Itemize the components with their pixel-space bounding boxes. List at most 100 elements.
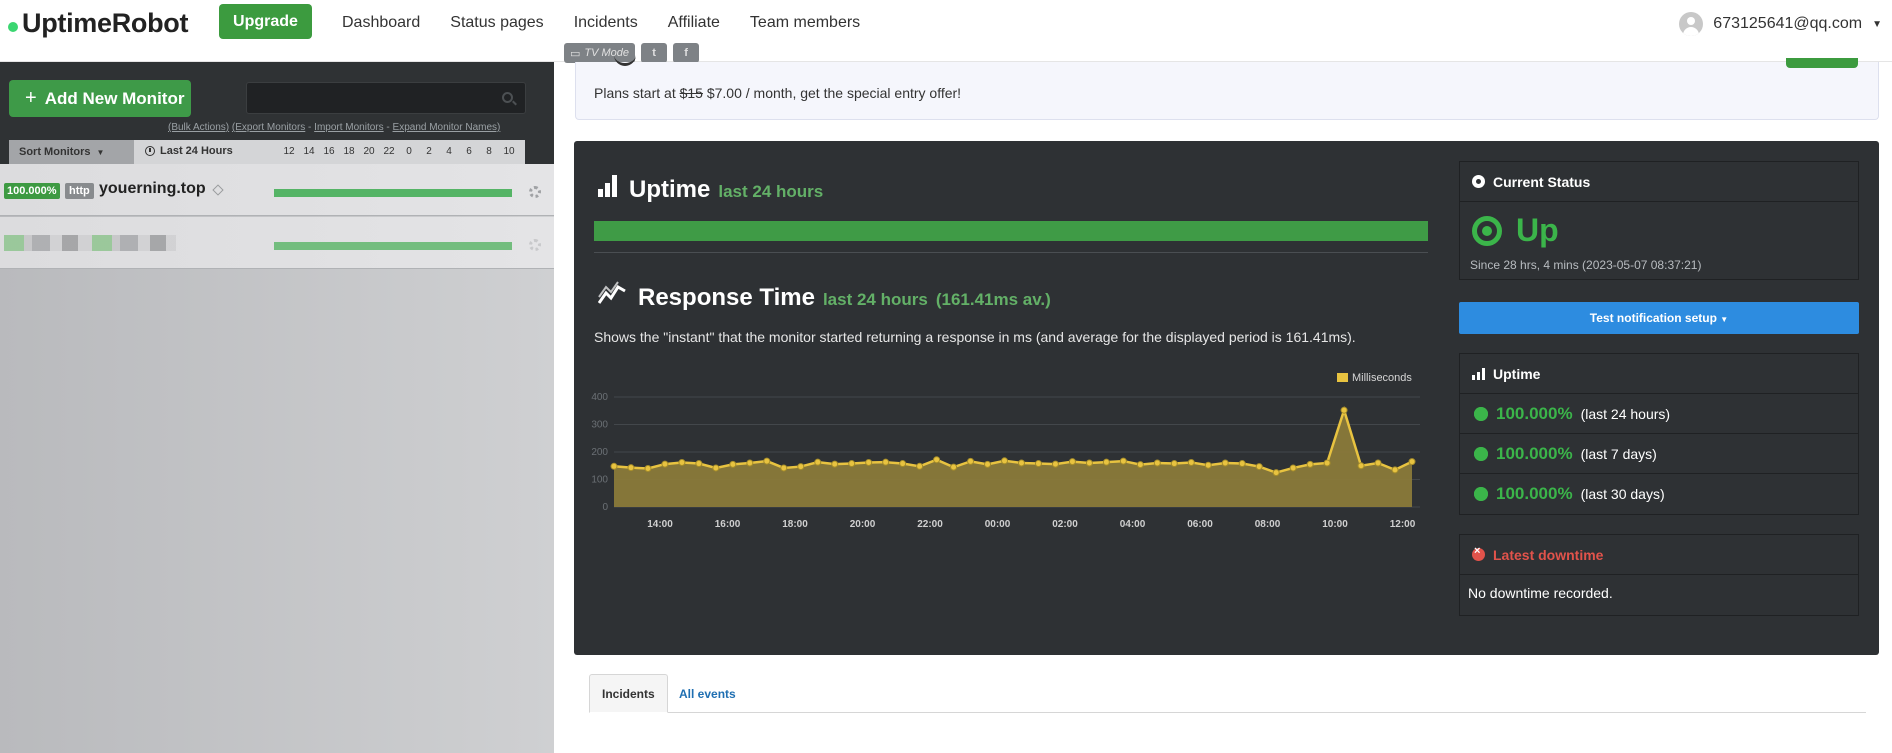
- badge-icon: [1474, 446, 1488, 461]
- test-notification-button[interactable]: Test notification setup ▼: [1459, 302, 1859, 334]
- logo[interactable]: UptimeRobot: [8, 8, 188, 39]
- response-title: Response Time: [638, 284, 815, 311]
- data-point: [661, 460, 669, 468]
- uptime-24h-bar: [594, 221, 1428, 241]
- data-point: [1085, 459, 1093, 467]
- data-point: [712, 464, 720, 472]
- period-selector[interactable]: Last 24 Hours: [145, 145, 233, 157]
- data-point: [831, 460, 839, 468]
- uptime-summary-box: Uptime 100.000% (last 24 hours) 100.000%…: [1459, 353, 1859, 515]
- tab-incidents[interactable]: Incidents: [589, 674, 668, 713]
- data-point: [950, 463, 958, 471]
- close-circle-icon: [1472, 545, 1485, 561]
- latest-downtime-title: Latest downtime: [1493, 546, 1604, 563]
- export-monitors-link[interactable]: (Export Monitors: [232, 122, 305, 133]
- latest-downtime-text: No downtime recorded.: [1468, 585, 1613, 601]
- nav-status-pages[interactable]: Status pages: [450, 14, 543, 32]
- twitter-icon: t: [652, 47, 656, 59]
- data-point: [746, 459, 754, 467]
- data-point: [882, 458, 890, 466]
- hour-tick: 4: [446, 146, 452, 157]
- chevron-icon: [614, 54, 636, 66]
- facebook-icon: f: [684, 47, 688, 59]
- add-monitor-button[interactable]: + Add New Monitor: [9, 80, 191, 117]
- response-subtitle: last 24 hours: [822, 290, 928, 309]
- nav-affiliate[interactable]: Affiliate: [668, 14, 720, 32]
- uptime-row: 100.000% (last 7 days): [1460, 434, 1858, 474]
- hour-tick: 0: [406, 146, 412, 157]
- nav-incidents[interactable]: Incidents: [574, 14, 638, 32]
- nav-team-members[interactable]: Team members: [750, 14, 860, 32]
- tab-all-events[interactable]: All events: [667, 674, 748, 713]
- gear-icon[interactable]: [529, 186, 541, 198]
- gear-icon[interactable]: [529, 239, 541, 251]
- data-point: [1136, 461, 1144, 469]
- monitor-name[interactable]: youerning.top: [99, 180, 206, 198]
- status-dot-icon: [1472, 175, 1485, 188]
- uptime-section-title: Uptime last 24 hours: [598, 175, 823, 204]
- monitor-row[interactable]: 100.000% http youerning.top: [0, 164, 554, 216]
- link-icon[interactable]: [212, 184, 224, 196]
- promo-button[interactable]: [1786, 58, 1858, 68]
- data-point: [967, 457, 975, 465]
- plus-icon: +: [25, 87, 37, 109]
- x-tick-label: 20:00: [850, 519, 876, 530]
- data-point: [1306, 460, 1314, 468]
- data-point: [916, 462, 924, 470]
- monitor-row-redacted[interactable]: [0, 217, 554, 269]
- nav-dashboard[interactable]: Dashboard: [342, 14, 420, 32]
- data-point: [865, 458, 873, 466]
- uptime-period: (last 30 days): [1580, 486, 1665, 502]
- trend-line-icon: [598, 281, 626, 304]
- data-point: [1051, 460, 1059, 468]
- bulk-actions-link[interactable]: (Bulk Actions): [168, 122, 229, 133]
- data-point: [627, 464, 635, 472]
- x-tick-label: 18:00: [782, 519, 808, 530]
- data-point: [1272, 469, 1280, 477]
- data-point: [1374, 459, 1382, 467]
- y-tick-label: 200: [591, 447, 608, 458]
- x-tick-label: 16:00: [715, 519, 741, 530]
- caret-down-icon: ▼: [96, 147, 105, 157]
- expand-names-link[interactable]: Expand Monitor Names): [393, 122, 501, 133]
- status-value: Up: [1516, 212, 1559, 248]
- sidebar-header: + Add New Monitor (Bulk Actions) (Export…: [0, 62, 554, 164]
- user-menu[interactable]: 673125641@qq.com ▼: [1679, 12, 1882, 36]
- monitor-icon: ▭: [570, 47, 581, 60]
- uptime-bar: [274, 189, 512, 197]
- hour-tick: 18: [343, 146, 355, 157]
- sort-monitors-button[interactable]: Sort Monitors ▼: [9, 140, 134, 164]
- data-point: [1034, 460, 1042, 468]
- import-monitors-link[interactable]: Import Monitors: [314, 122, 383, 133]
- hour-tick: 10: [503, 146, 515, 157]
- hour-axis: 12 14 16 18 20 22 0 2 4 6 8 10: [279, 146, 519, 157]
- hour-tick: 8: [486, 146, 492, 157]
- uptime-period: (last 24 hours): [1580, 405, 1671, 422]
- uptime-badge: 100.000%: [4, 183, 60, 199]
- y-tick-label: 400: [591, 392, 608, 403]
- response-time-chart: 0 100 200 300 400 Milliseconds 14:00 16:00 18:00…: [580, 363, 1428, 538]
- sort-monitors-label: Sort Monitors: [19, 146, 91, 158]
- twitter-share-button[interactable]: t: [641, 43, 668, 63]
- data-point: [695, 460, 703, 468]
- response-description: Shows the "instant" that the monitor sta…: [594, 329, 1356, 345]
- data-point: [1357, 462, 1365, 470]
- monitor-search-input[interactable]: [246, 82, 526, 114]
- upgrade-button[interactable]: Upgrade: [219, 4, 312, 39]
- data-point: [1017, 459, 1025, 467]
- uptime-value: 100.000%: [1496, 403, 1573, 423]
- data-point: [610, 462, 618, 470]
- y-tick-label: 0: [602, 502, 608, 513]
- facebook-share-button[interactable]: f: [673, 43, 700, 63]
- data-point: [780, 464, 788, 472]
- data-point: [1340, 406, 1348, 414]
- uptime-row: 100.000% (last 30 days): [1460, 474, 1858, 514]
- badge-icon: [1474, 487, 1488, 501]
- legend-swatch: [1337, 373, 1348, 382]
- clock-icon: [145, 146, 155, 156]
- promo-text: Plans start at $15 $7.00 / month, get th…: [594, 85, 961, 101]
- sort-bar: Sort Monitors ▼ Last 24 Hours 12 14 16 1…: [9, 140, 525, 164]
- user-email: 673125641@qq.com: [1713, 15, 1863, 32]
- hour-tick: 20: [363, 146, 375, 157]
- redacted-monitor-info: [4, 235, 176, 251]
